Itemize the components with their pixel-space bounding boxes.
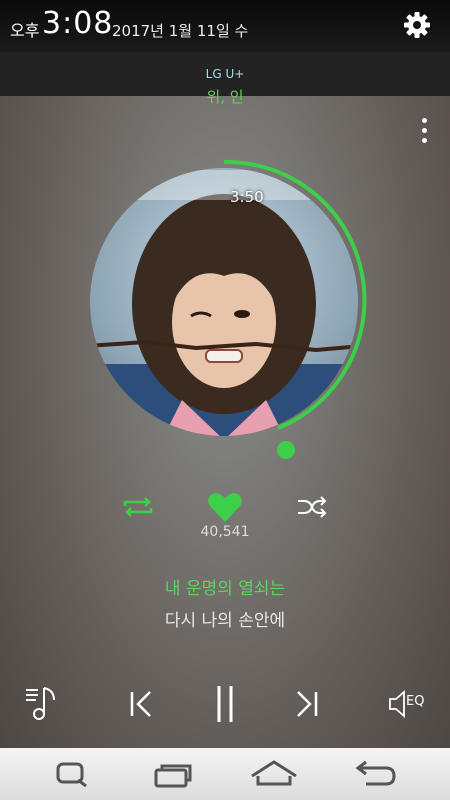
lyric-current-line[interactable]: 내 운명의 열쇠는: [0, 574, 450, 599]
search-icon[interactable]: [48, 756, 96, 792]
pause-icon[interactable]: [208, 682, 242, 726]
status-bar: 오후 3:08 2017년 1월 11일 수: [0, 0, 450, 52]
gear-icon[interactable]: [402, 10, 432, 40]
album-art-container: 3:50: [80, 158, 370, 470]
lyric-next-line[interactable]: 다시 나의 손안에: [0, 606, 450, 631]
recent-apps-icon[interactable]: [148, 756, 196, 792]
home-icon[interactable]: [250, 756, 298, 792]
progress-ring[interactable]: [80, 158, 370, 468]
like-count: 40,541: [200, 524, 250, 540]
more-vertical-icon[interactable]: [420, 118, 428, 148]
back-icon[interactable]: [352, 756, 400, 792]
status-date: 2017년 1월 11일 수: [112, 22, 249, 40]
eq-label: EQ: [406, 694, 425, 709]
heart-icon[interactable]: [207, 490, 243, 524]
shuffle-icon[interactable]: [296, 494, 328, 520]
carrier-label: LG U+: [205, 67, 245, 81]
playlist-icon[interactable]: [24, 684, 64, 724]
status-ampm: 오후: [10, 21, 40, 40]
speaker-eq-icon[interactable]: EQ: [388, 684, 432, 724]
next-track-icon[interactable]: [290, 684, 324, 724]
song-title: 위, 인: [206, 88, 244, 106]
elapsed-time: 3:50: [230, 188, 264, 206]
navigation-bar: [0, 748, 450, 800]
repeat-icon[interactable]: [121, 494, 155, 520]
previous-track-icon[interactable]: [124, 684, 158, 724]
progress-knob: [277, 441, 295, 459]
status-clock: 3:08: [42, 6, 114, 41]
